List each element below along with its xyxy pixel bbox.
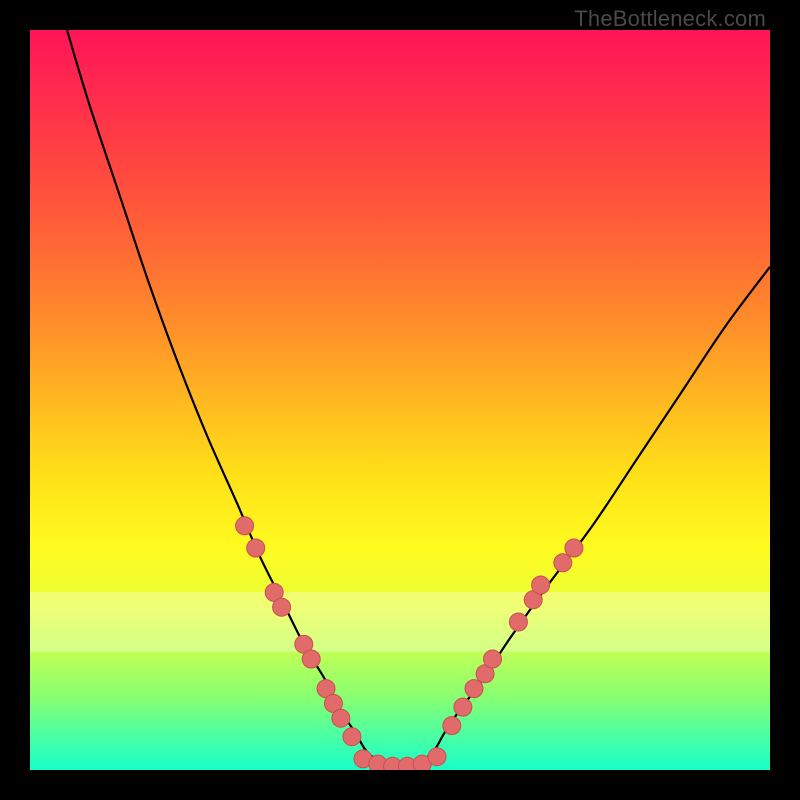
data-marker (302, 650, 320, 668)
data-marker (554, 554, 572, 572)
data-marker (273, 598, 291, 616)
bottleneck-curve-path (67, 30, 770, 770)
data-marker (565, 539, 583, 557)
data-marker (236, 517, 254, 535)
data-marker (343, 728, 361, 746)
data-marker (484, 650, 502, 668)
plot-area (30, 30, 770, 770)
data-marker (332, 709, 350, 727)
data-marker (454, 698, 472, 716)
chart-frame: TheBottleneck.com (0, 0, 800, 800)
data-marker (465, 680, 483, 698)
data-marker (509, 613, 527, 631)
data-marker (428, 748, 446, 766)
data-marker (443, 717, 461, 735)
data-marker (247, 539, 265, 557)
bottleneck-curve-svg (30, 30, 770, 770)
data-marker (532, 576, 550, 594)
marker-layer (236, 517, 583, 770)
watermark-text: TheBottleneck.com (574, 6, 766, 32)
